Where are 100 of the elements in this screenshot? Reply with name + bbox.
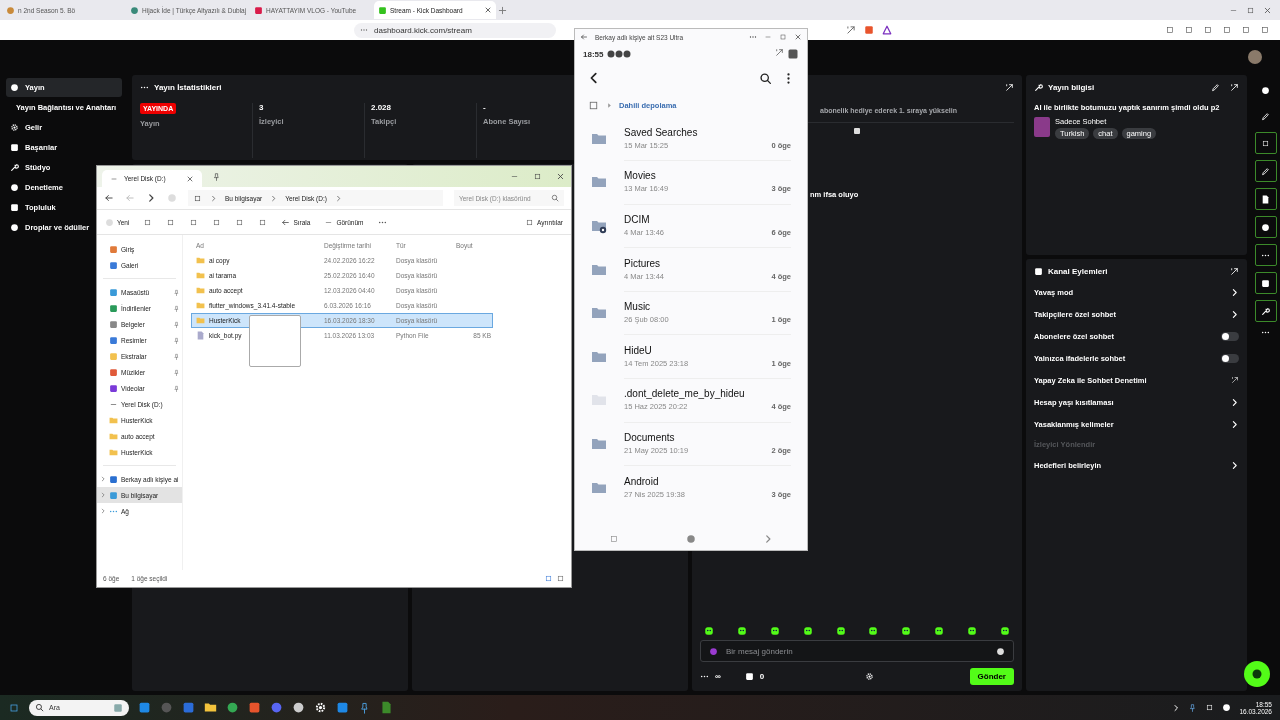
gallery-icon [109, 260, 118, 270]
start-icon[interactable] [8, 701, 20, 714]
close-icon[interactable] [186, 174, 194, 183]
emote-icon[interactable] [901, 626, 912, 636]
chevron-right-icon[interactable] [1230, 460, 1239, 470]
popout-icon[interactable] [1230, 266, 1239, 276]
sort-icon [281, 217, 291, 227]
pencil-icon[interactable] [1261, 111, 1270, 121]
chevron-right-icon[interactable] [1230, 419, 1239, 429]
search-icon [35, 703, 44, 712]
more-icon[interactable] [749, 33, 757, 41]
app-icon[interactable] [314, 701, 327, 714]
send-button[interactable]: Gönder [969, 668, 1014, 685]
battery-icon [787, 48, 799, 60]
emote-icon[interactable] [999, 626, 1010, 636]
search-icon [551, 194, 559, 202]
folder-name: .dont_delete_me_by_hideu [624, 388, 746, 400]
wrench-icon [1034, 82, 1043, 92]
emote-icon[interactable] [934, 626, 945, 636]
app-icon[interactable] [292, 701, 305, 714]
camera-folder-icon [589, 218, 609, 234]
popout-icon[interactable] [1230, 82, 1239, 92]
expand-icon [100, 492, 106, 498]
external-link-icon[interactable] [1231, 376, 1239, 384]
pin-icon [173, 320, 180, 328]
chevron-right-icon[interactable] [1230, 309, 1239, 319]
expand-icon [100, 508, 106, 514]
popout-icon[interactable] [1005, 82, 1014, 92]
emote-icon[interactable] [835, 626, 846, 636]
emote-icon[interactable] [736, 626, 747, 636]
chevron-right-icon [334, 194, 342, 202]
nav-icon [10, 143, 19, 152]
support-button[interactable] [1244, 661, 1270, 687]
panel-title: Yayın İstatistikleri [154, 82, 222, 92]
folder-name: Documents [624, 431, 676, 443]
app-icon[interactable] [204, 701, 217, 714]
panel-title: Yayın bilgisi [1048, 82, 1095, 92]
maximize-icon[interactable] [533, 172, 542, 181]
caret-icon [606, 101, 613, 109]
site-icon [130, 5, 139, 15]
notification-icons-drawing [607, 50, 632, 58]
close-icon[interactable] [794, 33, 802, 41]
document-icon[interactable] [1261, 194, 1270, 204]
nav-icon [10, 223, 19, 232]
expand-icon [100, 476, 106, 482]
pin-icon [173, 368, 180, 376]
search-icon[interactable] [759, 71, 772, 85]
drag-preview [249, 315, 301, 367]
status-time: 18:55 [583, 49, 604, 59]
points-value: ∞ [715, 672, 721, 681]
site-icon [6, 5, 15, 15]
folder-name: Saved Searches [624, 126, 699, 138]
avatar[interactable] [1248, 49, 1262, 64]
emote-icon[interactable] [704, 626, 714, 636]
stat-value: 3 [259, 103, 265, 112]
stat-value: - [483, 103, 487, 112]
close-icon[interactable] [1263, 5, 1272, 15]
nav-icon [10, 183, 19, 192]
emote-icon[interactable] [769, 626, 780, 636]
pin-icon [173, 288, 180, 296]
close-icon[interactable] [556, 172, 565, 181]
message-input[interactable]: Bir mesaj gönderin [700, 640, 1014, 662]
maximize-icon[interactable] [1246, 5, 1255, 15]
site-icon [378, 5, 387, 15]
category-thumbnail [1034, 117, 1050, 137]
settings-icon[interactable] [865, 672, 875, 681]
emote-icon[interactable] [967, 626, 977, 636]
chevron-right-icon [210, 194, 217, 202]
site-icon [254, 5, 263, 15]
pin-icon [173, 352, 180, 360]
folder-name: DCIM [624, 214, 651, 225]
toggle-switch[interactable] [1221, 353, 1239, 363]
address-bar[interactable]: dashboard.kick.com/stream [354, 22, 556, 38]
shop-count: 0 [759, 672, 765, 681]
python-file-icon [196, 331, 205, 340]
wrench-icon[interactable] [1261, 306, 1270, 316]
folder-name: Android [624, 476, 660, 488]
folder-name: Movies [624, 170, 657, 182]
nav-icon [10, 203, 19, 212]
close-icon[interactable] [484, 6, 492, 14]
nav-icon [10, 163, 19, 172]
triangle-icon[interactable] [882, 25, 892, 35]
up-icon[interactable] [146, 193, 156, 203]
toggle-switch[interactable] [1221, 331, 1239, 341]
pin-icon [173, 384, 180, 392]
url-text: dashboard.kick.com/stream [374, 25, 472, 35]
stat-value: 2.028 [371, 103, 393, 112]
nav-icon [10, 123, 19, 132]
emote-icon[interactable] [868, 626, 879, 636]
chevron-up-icon[interactable] [1172, 703, 1181, 712]
pencil-icon[interactable] [1211, 82, 1220, 92]
folder-name: Pictures [624, 257, 662, 269]
chevron-right-icon[interactable] [1230, 397, 1239, 407]
actions-icon [1034, 266, 1043, 276]
chevron-right-icon [270, 194, 278, 202]
chevron-right-icon[interactable] [1230, 287, 1239, 297]
emote-icon[interactable] [802, 626, 813, 636]
folder-name: HideU [624, 344, 653, 356]
pin-icon [173, 336, 180, 344]
panel-title: Kanal Eylemleri [1048, 266, 1108, 276]
